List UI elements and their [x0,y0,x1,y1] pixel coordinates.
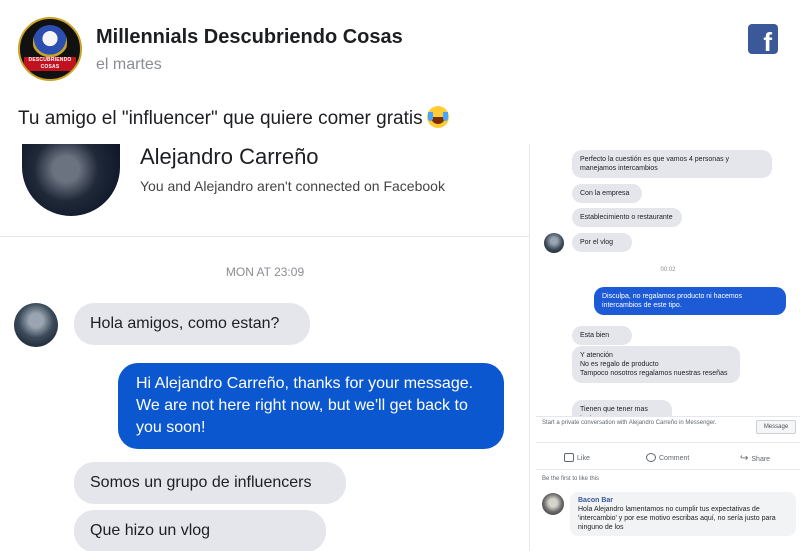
header-divider [0,236,530,237]
side-message: Perfecto la cuestión es que vamos 4 pers… [572,150,772,178]
comment-text: Hola Alejandro lamentamos no cumplir tus… [578,506,776,531]
page-name[interactable]: Millennials Descubriendo Cosas [96,26,403,49]
side-message: Por el vlog [572,233,632,252]
post-image[interactable]: Alejandro Carreño You and Alejandro aren… [0,144,800,551]
like-label: Like [577,455,590,462]
comment-body: Bacon Bar Hola Alejandro lamentamos no c… [570,492,796,536]
side-reply-bubble: Disculpa, no regalamos producto ni hacem… [594,287,786,315]
panel-divider [536,442,800,443]
comment-label: Comment [659,455,690,462]
side-time-separator: 00:02 [660,267,676,273]
auto-reply-bubble: Hi Alejandro Carreño, thanks for your me… [118,363,504,449]
message-bubble: Que hizo un vlog [74,510,326,551]
message-bubble: Somos un grupo de influencers [74,462,346,504]
commenter-avatar[interactable] [542,493,564,515]
sender-avatar [14,303,58,347]
like-summary: Be the first to like this [542,476,600,482]
side-message: Establecimiento o restaurante [572,208,682,227]
side-message: Esta bien [572,326,632,345]
laughing-tears-emoji-icon [426,106,449,128]
logo-emblem-icon [33,25,67,59]
panel-divider [536,469,800,470]
messenger-conversation: Alejandro Carreño You and Alejandro aren… [0,144,530,551]
logo-ribbon: DESCUBRIENDO COSAS [24,57,76,71]
side-conversation: Perfecto la cuestión es que vamos 4 pers… [536,144,800,428]
connection-note: You and Alejandro aren't connected on Fa… [140,178,445,194]
contact-name: Alejandro Carreño [140,144,319,169]
comment-author[interactable]: Bacon Bar [578,496,788,505]
side-message: Con la empresa [572,184,642,203]
side-sender-avatar [544,233,564,253]
share-label: Share [751,456,771,463]
side-message: Y atención No es regalo de producto Tamp… [572,346,740,383]
like-button[interactable]: Like [564,453,590,462]
caption-text: Tu amigo el "influencer" que quiere come… [18,108,423,129]
post-timestamp[interactable]: el martes [96,56,162,74]
share-arrow-icon: ↪ [740,453,749,464]
contact-avatar [22,144,120,216]
post-caption: Tu amigo el "influencer" que quiere come… [18,106,449,130]
thumbs-up-icon [564,453,574,462]
page-avatar[interactable]: DESCUBRIENDO COSAS [18,17,82,81]
comment-bubble-icon [646,453,656,462]
facebook-icon[interactable]: f [748,24,778,54]
message-bubble: Hola amigos, como estan? [74,303,310,345]
date-separator: MON AT 23:09 [225,265,305,279]
share-button[interactable]: ↪ Share [740,453,770,464]
message-button[interactable]: Message [756,420,796,434]
panel-divider [536,416,800,417]
facebook-comment-panel: Start a private conversation with Alejan… [536,416,800,551]
comment-button[interactable]: Comment [646,453,689,462]
private-conversation-hint: Start a private conversation with Alejan… [542,420,717,426]
